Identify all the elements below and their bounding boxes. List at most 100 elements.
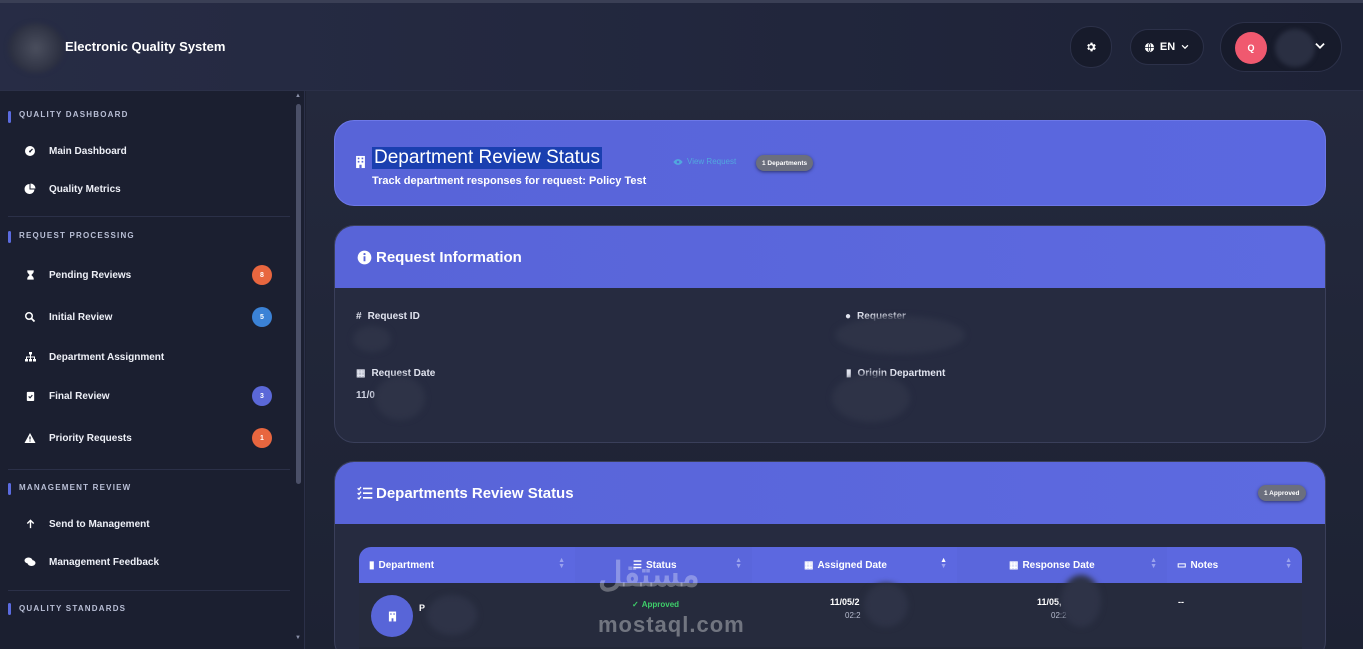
sidebar-scrollbar[interactable]: ▲ ▼ xyxy=(295,93,302,644)
section-marker xyxy=(8,603,11,615)
user-icon: ● xyxy=(845,311,852,322)
sort-icon[interactable]: ▲ ▼ xyxy=(558,557,565,570)
sidebar-item-label: Department Assignment xyxy=(49,351,165,363)
language-label: EN xyxy=(1159,41,1176,53)
comments-icon xyxy=(23,555,37,569)
status-badge: ✓ Approved xyxy=(632,600,679,609)
watermark-arabic: مستقل xyxy=(598,556,700,594)
sidebar-item-final-review[interactable]: Final Review 3 xyxy=(0,379,290,413)
chevron-down-icon xyxy=(1315,43,1325,49)
department-name: P xyxy=(419,603,426,613)
avatar: Q xyxy=(1235,32,1267,64)
column-label: Assigned Date xyxy=(817,559,887,571)
calendar-icon: ▦ xyxy=(356,368,366,379)
assigned-date-redacted xyxy=(864,583,908,627)
sidebar-item-label: Pending Reviews xyxy=(49,269,132,281)
page-title: Department Review Status xyxy=(372,147,602,169)
request-date-value-redacted xyxy=(375,376,425,420)
sidebar-item-department-assignment[interactable]: Department Assignment xyxy=(0,340,290,374)
user-menu-button[interactable]: Q xyxy=(1220,22,1342,72)
sidebar-item-pending-reviews[interactable]: Pending Reviews 8 xyxy=(0,258,290,292)
scroll-up-arrow-icon[interactable]: ▲ xyxy=(295,93,301,99)
departments-count-badge: 1 Departments xyxy=(756,155,814,171)
request-id-value-redacted xyxy=(353,326,391,352)
status-label: Approved xyxy=(641,600,680,609)
sort-icon[interactable]: ▲ ▼ xyxy=(940,557,947,570)
hash-icon: # xyxy=(356,311,362,322)
app-logo xyxy=(8,23,64,73)
sidebar-item-main-dashboard[interactable]: Main Dashboard xyxy=(0,134,290,168)
approved-count-badge: 1 Approved xyxy=(1258,485,1306,501)
sort-icon[interactable]: ▲ ▼ xyxy=(735,557,742,570)
column-header-response-date[interactable]: ▦ Response Date ▲ ▼ xyxy=(957,547,1167,583)
column-label: Response Date xyxy=(1022,559,1095,571)
clipboard-check-icon xyxy=(23,389,37,403)
sidebar-item-priority-requests[interactable]: Priority Requests 1 xyxy=(0,421,290,455)
card-header: Departments Review Status 1 Approved xyxy=(335,462,1325,524)
sidebar-item-label: Priority Requests xyxy=(49,432,132,444)
divider xyxy=(8,469,290,470)
assigned-time: 02:2 xyxy=(845,611,861,620)
sidebar-item-initial-review[interactable]: Initial Review 5 xyxy=(0,300,290,334)
table-row[interactable]: P ✓ Approved 11/05/2 02:2 11/05, 02:2 -- xyxy=(359,575,1302,647)
hourglass-icon xyxy=(23,268,37,282)
user-name-redacted xyxy=(1275,29,1315,67)
response-date-redacted xyxy=(1061,575,1101,627)
card-header: Request Information xyxy=(335,226,1325,288)
count-badge: 8 xyxy=(252,265,272,285)
section-marker xyxy=(8,483,11,495)
departments-table: ▮ Department ▲ ▼ ☰ Status ▲ ▼ ▦ Assigned Date… xyxy=(359,547,1302,649)
requester-value-redacted xyxy=(835,316,965,354)
page-header-card: Department Review Status Track departmen… xyxy=(334,120,1326,206)
department-name-redacted xyxy=(427,595,477,635)
sidebar-item-management-feedback[interactable]: Management Feedback xyxy=(0,545,290,579)
sort-icon[interactable]: ▲ ▼ xyxy=(1285,557,1292,570)
notes: -- xyxy=(1178,597,1184,607)
arrow-up-icon xyxy=(23,517,37,531)
origin-department-value-redacted xyxy=(832,374,910,422)
sidebar-item-label: Initial Review xyxy=(49,311,113,323)
sidebar-item-send-to-management[interactable]: Send to Management xyxy=(0,507,290,541)
search-icon xyxy=(23,310,37,324)
response-date: 11/05, xyxy=(1037,597,1062,607)
request-id-label: # Request ID xyxy=(356,311,420,322)
column-label: Notes xyxy=(1190,559,1219,571)
sort-icon[interactable]: ▲ ▼ xyxy=(1150,557,1157,570)
column-header-assigned-date[interactable]: ▦ Assigned Date ▲ ▼ xyxy=(752,547,957,583)
sidebar-item-label: Management Feedback xyxy=(49,556,160,568)
field-label-text: Request ID xyxy=(367,311,420,322)
sidebar-item-quality-metrics[interactable]: Quality Metrics xyxy=(0,172,290,206)
gear-icon xyxy=(1087,42,1096,52)
building-icon xyxy=(356,155,365,169)
check-icon: ✓ xyxy=(632,600,639,609)
settings-button[interactable] xyxy=(1070,26,1112,68)
chevron-down-icon xyxy=(1181,44,1189,50)
page-subtitle: Track department responses for request: … xyxy=(372,175,647,187)
card-title: Departments Review Status xyxy=(376,484,574,502)
sidebar-item-label: Final Review xyxy=(49,390,110,402)
column-header-notes[interactable]: ▭ Notes ▲ ▼ xyxy=(1167,547,1302,583)
list-check-icon xyxy=(357,486,373,500)
section-label-management-review: MANAGEMENT REVIEW xyxy=(19,483,132,492)
sitemap-icon xyxy=(23,350,37,364)
warning-icon xyxy=(23,431,37,445)
section-label-request-processing: REQUEST PROCESSING xyxy=(19,231,135,240)
column-header-department[interactable]: ▮ Department ▲ ▼ xyxy=(359,547,575,583)
request-date-value: 11/0 xyxy=(356,390,375,401)
view-request-label: View Request xyxy=(687,157,737,166)
departments-review-card: Departments Review Status 1 Approved ▮ De… xyxy=(334,461,1326,649)
count-badge: 3 xyxy=(252,386,272,406)
sidebar-item-label: Quality Metrics xyxy=(49,183,121,195)
section-label-quality-dashboard: QUALITY DASHBOARD xyxy=(19,110,129,119)
sidebar: QUALITY DASHBOARD Main Dashboard Quality… xyxy=(0,91,305,649)
gauge-icon xyxy=(23,144,37,158)
scroll-down-arrow-icon[interactable]: ▼ xyxy=(295,635,301,641)
view-request-link[interactable]: View Request xyxy=(673,157,736,166)
scrollbar-thumb[interactable] xyxy=(296,104,301,484)
table-header: ▮ Department ▲ ▼ ☰ Status ▲ ▼ ▦ Assigned Date… xyxy=(359,547,1302,583)
language-switcher[interactable]: EN xyxy=(1130,29,1204,65)
assigned-date: 11/05/2 xyxy=(830,597,860,607)
count-badge: 1 xyxy=(252,428,272,448)
app-title: Electronic Quality System xyxy=(65,39,226,54)
request-information-card: Request Information # Request ID ● Reque… xyxy=(334,225,1326,443)
